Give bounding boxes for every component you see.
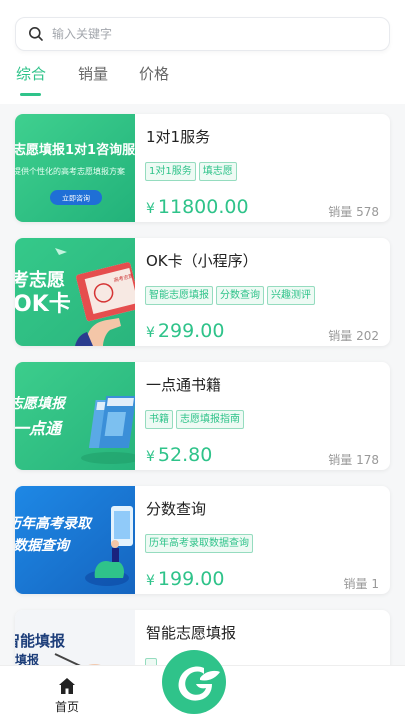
product-tags: 1对1服务 填志愿: [145, 162, 237, 181]
currency: ¥: [146, 449, 155, 465]
product-image-1on1: 志愿填报1对1咨询服务 提供个性化的高考志愿填报方案 立即咨询: [15, 114, 135, 222]
app-screen: 综合 销量 价格 志愿填报1对1咨询服务 提供个性化的高考志愿填报: [0, 0, 405, 720]
product-image-score: 历年高考录取 数据查询: [15, 486, 135, 594]
nav-home[interactable]: 首页: [44, 674, 90, 716]
banner-text: 志愿填报: [15, 395, 67, 412]
product-image-book: 志愿填报 一点通: [15, 362, 135, 470]
currency: ¥: [146, 201, 155, 217]
header: 综合 销量 价格: [0, 0, 405, 104]
currency: ¥: [146, 325, 155, 341]
product-price: ¥299.00: [146, 320, 224, 342]
active-tab-indicator: [20, 93, 41, 96]
product-price: ¥199.00: [146, 568, 224, 590]
tag: 智能志愿填报: [145, 286, 213, 305]
leaf-g-logo-icon: [162, 650, 226, 714]
tag: 填志愿: [198, 162, 237, 181]
product-title: 一点通书籍: [146, 376, 222, 394]
tag: 志愿填报指南: [176, 410, 244, 429]
tag: 分数查询: [216, 286, 264, 305]
banner-subtext: 数据查询: [15, 537, 71, 554]
product-image-okcard: 考志愿 OK卡 高考志愿: [15, 238, 135, 346]
price-value: 299.00: [157, 320, 225, 342]
product-card[interactable]: 志愿填报 一点通 一点通书籍 书籍 志愿填报指南 ¥52.80: [15, 362, 390, 470]
banner-subtext: 一点通: [15, 419, 64, 438]
banner-text: 历年高考录取: [15, 515, 93, 532]
home-icon: [59, 678, 75, 694]
product-title: OK卡（小程序）: [146, 252, 258, 270]
search-bar[interactable]: [15, 17, 390, 51]
banner-subtext: 提供个性化的高考志愿填报方案: [15, 166, 125, 176]
sales-count: 销量 1: [343, 577, 379, 591]
center-logo-button[interactable]: [160, 648, 228, 716]
price-value: 52.80: [157, 444, 213, 466]
tag: 1对1服务: [145, 162, 196, 181]
currency: ¥: [146, 573, 155, 589]
price-value: 11800.00: [157, 196, 249, 218]
tag: 历年高考录取数据查询: [145, 534, 253, 553]
tag: 书籍: [145, 410, 173, 429]
price-value: 199.00: [157, 568, 225, 590]
banner-text: 智能填报: [15, 632, 65, 650]
product-card[interactable]: 考志愿 OK卡 高考志愿 OK卡（小程序） 智能志愿填报 分数查询 兴趣测评 ¥…: [15, 238, 390, 346]
sales-count: 销量 178: [328, 453, 379, 467]
banner-button: 立即咨询: [62, 194, 90, 203]
search-input[interactable]: [52, 27, 352, 41]
sales-count: 销量 202: [328, 329, 379, 343]
tab-comprehensive[interactable]: 综合: [16, 63, 46, 84]
tab-price[interactable]: 价格: [139, 63, 169, 84]
banner-subtext: OK卡: [15, 292, 71, 317]
banner-text: 考志愿: [15, 269, 65, 291]
tag: 兴趣测评: [267, 286, 315, 305]
product-price: ¥52.80: [146, 444, 212, 466]
sort-tabs: 综合 销量 价格: [0, 60, 405, 104]
nav-home-label: 首页: [54, 700, 79, 714]
product-title: 分数查询: [146, 500, 207, 518]
product-title: 1对1服务: [146, 128, 211, 146]
banner-text: 志愿填报1对1咨询服务: [15, 142, 135, 158]
product-tags: 历年高考录取数据查询: [145, 534, 253, 553]
search-icon: [29, 27, 43, 41]
product-card[interactable]: 历年高考录取 数据查询 分数查询 历年高考录取数据查询 ¥199.00 销量 1: [15, 486, 390, 594]
product-price: ¥11800.00: [146, 196, 249, 218]
tab-sales[interactable]: 销量: [78, 63, 108, 84]
product-tags: 书籍 志愿填报指南: [145, 410, 244, 429]
product-tags: 智能志愿填报 分数查询 兴趣测评: [145, 286, 315, 305]
product-card[interactable]: 志愿填报1对1咨询服务 提供个性化的高考志愿填报方案 立即咨询 1对1服务 1对…: [15, 114, 390, 222]
product-title: 智能志愿填报: [146, 624, 237, 642]
sales-count: 销量 578: [328, 205, 379, 219]
